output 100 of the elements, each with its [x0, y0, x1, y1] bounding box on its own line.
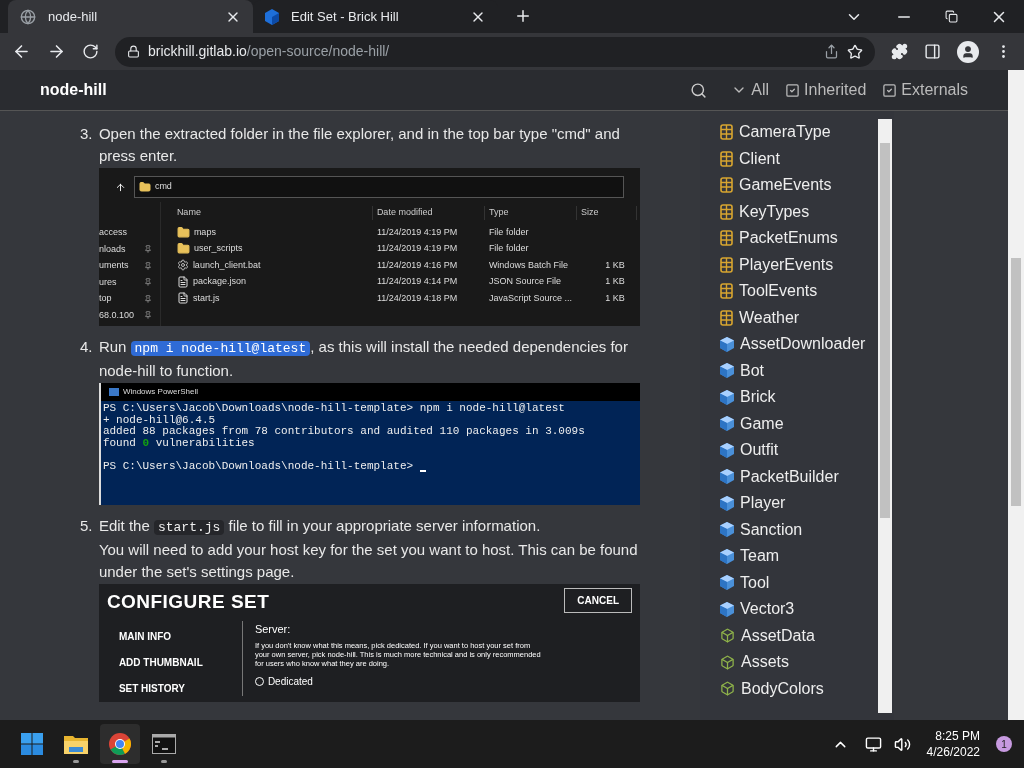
- address-bar[interactable]: brickhill.gitlab.io/open-source/node-hill/: [115, 36, 875, 67]
- nav-item[interactable]: uments: [98, 259, 129, 273]
- stack-icon: [720, 256, 733, 273]
- type-cell-text: File folder: [487, 242, 530, 255]
- sidebar-link[interactable]: Team: [740, 544, 780, 569]
- nav-item[interactable]: top: [98, 292, 112, 306]
- cursor-icon: [419, 469, 426, 472]
- cube-icon: [720, 442, 734, 458]
- settings-nav-link[interactable]: SET HISTORY: [118, 680, 242, 696]
- volume-icon[interactable]: [893, 735, 911, 753]
- restore-icon[interactable]: [945, 10, 958, 23]
- sidebar-link[interactable]: KeyTypes: [739, 199, 810, 224]
- sidebar-link[interactable]: PlayerEvents: [739, 252, 834, 277]
- column-header[interactable]: Name: [172, 206, 373, 220]
- file-name[interactable]: launch_client.bat: [192, 258, 261, 272]
- back-icon[interactable]: [12, 42, 31, 61]
- terminal-line: added 88 packages from 78 contributors and audited 110 packages in 3.009s: [102, 426, 585, 438]
- settings-nav-link[interactable]: MAIN INFO: [118, 628, 242, 644]
- sidebar-link[interactable]: ToolEvents: [739, 279, 818, 304]
- nav-item[interactable]: access: [98, 226, 127, 240]
- stack-icon: [720, 203, 733, 220]
- file-name[interactable]: maps: [193, 225, 216, 239]
- sidebar-link[interactable]: Bot: [740, 358, 764, 383]
- side-panel-icon[interactable]: [924, 43, 941, 60]
- column-header[interactable]: Type: [484, 206, 577, 220]
- powershell-icon: [108, 388, 119, 396]
- sidebar-link[interactable]: Assets: [741, 650, 789, 675]
- sidebar-link[interactable]: Client: [739, 146, 780, 171]
- cancel-button[interactable]: CANCEL: [564, 588, 632, 613]
- sidebar-link[interactable]: Weather: [739, 305, 800, 330]
- file-icon: [176, 275, 189, 288]
- sidebar-link[interactable]: Brick: [740, 385, 776, 410]
- sidebar-link[interactable]: Vector3: [740, 597, 795, 622]
- nav-item[interactable]: nloads: [98, 242, 126, 256]
- nav-item[interactable]: 68.0.100: [98, 308, 134, 322]
- sidebar-link[interactable]: CameraType: [739, 120, 831, 145]
- file-name[interactable]: start.js: [192, 291, 220, 305]
- extensions-icon[interactable]: [891, 43, 908, 60]
- sidebar-link[interactable]: PacketEnums: [739, 226, 838, 251]
- browser-tab[interactable]: node-hill: [8, 0, 253, 33]
- notification-badge[interactable]: 1: [996, 736, 1012, 752]
- clock-time[interactable]: 8:25 PM: [935, 728, 980, 744]
- sidebar-link[interactable]: AssetData: [741, 623, 815, 648]
- settings-nav-link[interactable]: ADD THUMBNAIL: [118, 654, 242, 670]
- sidebar-link[interactable]: PacketBuilder: [740, 464, 839, 489]
- bookmark-star-icon[interactable]: [847, 43, 863, 60]
- size-cell: 1 KB: [605, 276, 625, 286]
- nav-item[interactable]: ures: [98, 275, 117, 289]
- address-text: cmd: [154, 180, 172, 194]
- filter-label[interactable]: Externals: [901, 78, 968, 102]
- network-icon[interactable]: [864, 735, 882, 753]
- new-tab-icon[interactable]: [514, 7, 532, 25]
- column-header[interactable]: Size: [576, 206, 637, 220]
- checkbox[interactable]: [882, 82, 898, 98]
- filter-label[interactable]: All: [751, 78, 770, 102]
- file-icon: [176, 292, 189, 305]
- sidebar-link[interactable]: Sanction: [740, 517, 803, 542]
- panel-title: CONFIGURE SET: [106, 590, 270, 614]
- sidebar-link[interactable]: Game: [740, 411, 784, 436]
- cube-icon: [720, 522, 734, 538]
- sidebar-link[interactable]: GameEvents: [739, 173, 832, 198]
- step-text: Edit the start.js file to fill in your appropriate server information.: [98, 516, 542, 537]
- search-icon[interactable]: [690, 81, 708, 99]
- step-text: You will need to add your host key for the set you want to host. This can be found under the set's settings page.: [98, 540, 639, 582]
- windows-logo-icon: [21, 733, 43, 755]
- page-scrollbar[interactable]: [1008, 70, 1024, 720]
- cube-outline-icon: [720, 654, 735, 670]
- sidebar-link[interactable]: Tool: [740, 570, 770, 595]
- column-header[interactable]: Date modified: [372, 206, 485, 220]
- forward-icon[interactable]: [47, 42, 66, 61]
- stack-icon: [720, 124, 733, 141]
- taskbar-app-button[interactable]: [100, 724, 140, 764]
- step-number: 4.: [80, 337, 94, 357]
- reload-icon[interactable]: [82, 43, 99, 60]
- cube-icon: [720, 575, 734, 591]
- type-cell-text: Windows Batch File: [487, 258, 569, 272]
- folder-icon: [176, 242, 190, 256]
- type-cell-text: JSON Source File: [487, 275, 562, 288]
- sidebar-link[interactable]: AssetDownloader: [740, 332, 866, 357]
- terminal-line: found 0 vulnerabilities: [102, 437, 255, 450]
- share-icon[interactable]: [824, 44, 839, 59]
- folder-icon: [64, 734, 88, 754]
- site-title[interactable]: node-hill: [40, 78, 691, 102]
- stack-icon: [720, 177, 733, 194]
- lock-icon: [127, 45, 140, 58]
- sidebar-scrollbar[interactable]: [878, 119, 892, 713]
- step-text: Open the extracted folder in the file explorer, and in the top bar type "cmd" and press enter.: [98, 124, 621, 166]
- gear-file-icon: [176, 259, 189, 272]
- cube-icon: [720, 469, 734, 485]
- file-name[interactable]: user_scripts: [193, 242, 243, 256]
- profile-avatar[interactable]: [957, 40, 979, 63]
- sidebar-link[interactable]: Outfit: [740, 438, 779, 463]
- step-text: Run npm i node-hill@latest , as this will install the needed dependencies for node-hill to function.: [98, 337, 629, 381]
- sidebar-link[interactable]: Player: [740, 491, 786, 516]
- cube-logo-icon: [265, 8, 279, 25]
- clock-date[interactable]: 4/26/2022: [926, 744, 980, 760]
- file-name[interactable]: package.json: [192, 275, 246, 289]
- checkbox[interactable]: [785, 82, 801, 98]
- sidebar-link[interactable]: BodyColors: [741, 676, 824, 701]
- filter-label[interactable]: Inherited: [804, 78, 867, 102]
